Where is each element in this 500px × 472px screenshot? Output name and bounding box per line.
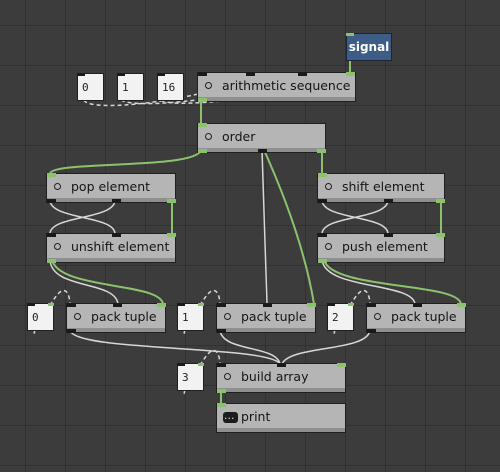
pack-tuple-left-label: pack tuple <box>91 309 157 324</box>
arithmetic-sequence-label: arithmetic sequence <box>222 78 351 93</box>
tuple-left-number-box[interactable]: 0 <box>27 303 54 331</box>
array-length-value: 3 <box>182 371 189 384</box>
circle-icon <box>374 313 381 320</box>
pack-tuple-left-node[interactable]: pack tuple <box>66 303 166 333</box>
tuple-right-number-box[interactable]: 2 <box>327 303 354 331</box>
step-number-box[interactable]: 1 <box>117 73 144 101</box>
build-array-node[interactable]: build array <box>216 363 346 393</box>
wire-pop-to-unshift-a <box>49 199 116 235</box>
count-number-box[interactable]: 16 <box>157 73 184 101</box>
print-label: print <box>241 409 271 424</box>
wire-unshift-to-tuple-b <box>51 259 164 305</box>
circle-icon <box>205 82 212 89</box>
push-element-node[interactable]: push element <box>317 233 445 263</box>
speech-bubble-icon <box>223 403 238 429</box>
wire-order-to-mid-tuple-b <box>263 149 315 305</box>
circle-icon <box>224 313 231 320</box>
wire-tuple-mid-to-array <box>219 329 281 365</box>
wire-shift-to-push-b <box>321 199 389 235</box>
print-node[interactable]: print <box>216 403 346 433</box>
wire-order-to-mid-tuple-a <box>261 149 268 305</box>
signal-label: signal <box>348 40 390 54</box>
count-value: 16 <box>162 81 176 94</box>
order-node[interactable]: order <box>197 123 326 153</box>
order-label: order <box>222 129 256 144</box>
step-value: 1 <box>122 81 129 94</box>
tuple-mid-number-box[interactable]: 1 <box>177 303 204 331</box>
wire-unshift-to-tuple-a <box>49 259 119 305</box>
pop-element-node[interactable]: pop element <box>46 173 176 203</box>
wire-tuple-left-to-array <box>69 329 281 365</box>
circle-icon <box>54 183 61 190</box>
start-value: 0 <box>82 81 89 94</box>
circle-icon <box>325 183 332 190</box>
shift-element-node[interactable]: shift element <box>317 173 445 203</box>
circle-icon <box>325 243 332 250</box>
pack-tuple-right-label: pack tuple <box>391 309 457 324</box>
wire-order-to-pop <box>49 149 202 175</box>
array-length-number-box[interactable]: 3 <box>177 363 204 391</box>
tuple-mid-value: 1 <box>182 311 189 324</box>
wire-tuple-right-to-array <box>281 329 371 365</box>
signal-node[interactable]: signal <box>346 33 392 61</box>
circle-icon <box>54 243 61 250</box>
wire-push-to-tuple-a <box>321 259 416 305</box>
pack-tuple-right-node[interactable]: pack tuple <box>366 303 466 333</box>
wire-shift-to-push-a <box>321 199 389 235</box>
push-element-label: push element <box>342 239 428 254</box>
tuple-left-value: 0 <box>32 311 39 324</box>
circle-icon <box>224 373 231 380</box>
shift-element-label: shift element <box>342 179 425 194</box>
wire-push-to-tuple-b <box>323 259 462 305</box>
pop-element-label: pop element <box>71 179 151 194</box>
tuple-right-value: 2 <box>332 311 339 324</box>
wire-pop-to-unshift-b <box>49 199 116 235</box>
pack-tuple-mid-label: pack tuple <box>241 309 307 324</box>
unshift-element-node[interactable]: unshift element <box>46 233 176 263</box>
build-array-label: build array <box>241 369 309 384</box>
pack-tuple-mid-node[interactable]: pack tuple <box>216 303 316 333</box>
arithmetic-sequence-node[interactable]: arithmetic sequence <box>197 72 356 102</box>
circle-icon <box>74 313 81 320</box>
start-number-box[interactable]: 0 <box>77 73 104 101</box>
unshift-element-label: unshift element <box>71 239 170 254</box>
circle-icon <box>205 133 212 140</box>
